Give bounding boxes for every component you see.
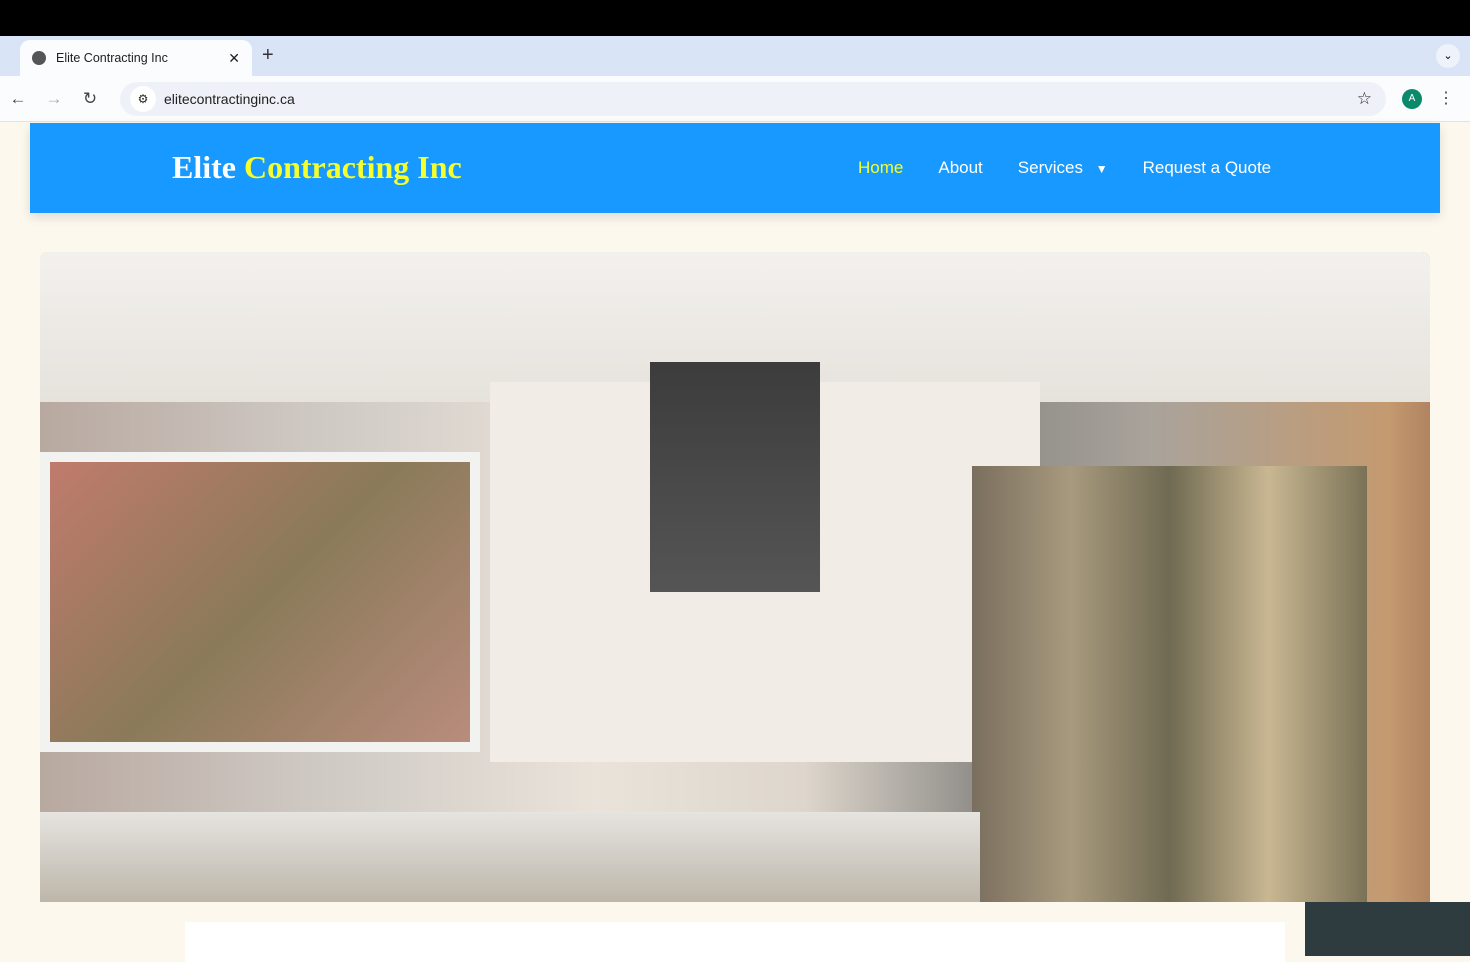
avatar[interactable]: A [1402, 89, 1422, 109]
nav-services-label: Services [1017, 158, 1083, 177]
hero-fridge [972, 466, 1367, 902]
nav-request-quote[interactable]: Request a Quote [1143, 158, 1272, 178]
plus-icon[interactable]: + [262, 44, 274, 67]
hero-image-kitchen [40, 252, 1430, 902]
arrow-left-icon[interactable]: ← [0, 89, 36, 109]
tab-title: Elite Contracting Inc [56, 51, 168, 65]
browser-toolbar: ← → ↻ ⚙ elitecontractinginc.ca ☆ A ⋮ [0, 76, 1470, 122]
dark-panel [1305, 902, 1470, 956]
content-card [165, 902, 1305, 962]
screen-top-bar [0, 0, 1470, 36]
arrow-right-icon[interactable]: → [36, 89, 72, 109]
nav-services[interactable]: Services ▼ [1018, 158, 1108, 178]
chevron-down-icon[interactable]: ⌄ [1436, 44, 1460, 68]
site-logo[interactable]: Elite Contracting Inc [172, 149, 462, 186]
main-nav: Home About Services ▼ Request a Quote [858, 158, 1271, 178]
address-bar[interactable]: ⚙ elitecontractinginc.ca ☆ [120, 82, 1386, 116]
reload-icon[interactable]: ↻ [72, 89, 108, 109]
kebab-menu-icon[interactable]: ⋮ [1438, 88, 1454, 108]
browser-tab[interactable]: Elite Contracting Inc ✕ [20, 40, 252, 76]
tune-icon[interactable]: ⚙ [130, 86, 156, 112]
globe-icon [32, 51, 46, 65]
star-icon[interactable]: ☆ [1357, 89, 1372, 109]
site-header: Elite Contracting Inc Home About Service… [30, 123, 1440, 213]
nav-about[interactable]: About [938, 158, 982, 178]
hero-range-hood [650, 362, 820, 592]
close-icon[interactable]: ✕ [228, 50, 240, 67]
logo-part-1: Elite [172, 149, 236, 185]
url-text[interactable]: elitecontractinginc.ca [164, 91, 295, 107]
hero-counter [40, 812, 980, 902]
nav-home[interactable]: Home [858, 158, 903, 178]
tab-strip: Elite Contracting Inc ✕ + ⌄ [0, 36, 1470, 76]
logo-part-2: Contracting Inc [243, 149, 462, 185]
content-card-inner [185, 922, 1285, 962]
hero-windows [40, 452, 480, 752]
caret-down-icon: ▼ [1095, 162, 1108, 176]
